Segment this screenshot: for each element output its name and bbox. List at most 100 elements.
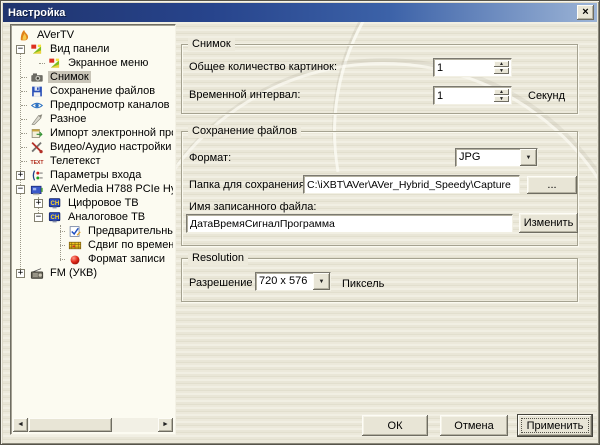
scroll-left-button[interactable]: ◄ [13,418,28,432]
format-dropdown-value: JPG [459,151,481,163]
cancel-button-label: Отмена [454,419,494,432]
tree-item-label: Цифровое ТВ [68,197,139,209]
browse-button-label: ... [547,179,557,191]
format-dropdown[interactable]: JPG ▼ [455,148,538,167]
tree-item-label: Сдвиг по времени [88,239,173,251]
tree-item-digital-tv[interactable]: + CH Цифровое ТВ [13,196,173,210]
spin-down-icon[interactable]: ▼ [494,68,509,74]
tree-item-label: Разное [50,113,87,125]
recorded-filename-field [186,214,513,233]
tree-item-label: Экранное меню [68,57,149,69]
collapse-icon[interactable]: − [34,212,43,222]
cancel-button[interactable]: Отмена [440,415,508,436]
format-label: Формат: [189,152,232,164]
tree-item-preliminary[interactable]: Предварительный [13,224,173,238]
expand-icon[interactable]: + [34,198,43,208]
tree-item-snapshot[interactable]: Снимок [13,70,173,84]
spin-up-icon[interactable]: ▲ [494,61,509,67]
spin-down-icon[interactable]: ▼ [494,96,509,102]
brush-icon [29,113,45,126]
scrollbar-thumb[interactable] [29,418,112,432]
tree-item-misc[interactable]: Разное [13,112,173,126]
svg-text:CH: CH [51,200,60,207]
expand-icon[interactable]: + [16,268,25,278]
scroll-left-icon: ◄ [17,421,24,428]
scrollbar-track[interactable] [28,418,158,432]
settings-tree: AVerTV − Вид панели Экранное меню Снимок Сохр… [10,24,176,435]
pixel-unit-label: Пиксель [342,278,385,290]
window-title: Настройка [8,6,66,19]
collapse-icon[interactable]: − [16,184,25,194]
tree-item-device[interactable]: − AVerMedia H788 PCIe Hybri [13,182,173,196]
tree-item-avertv[interactable]: AVerTV [13,28,173,42]
tree-item-screen-menu[interactable]: Экранное меню [13,56,173,70]
expand-icon[interactable]: + [16,170,25,180]
recorded-filename-input[interactable] [187,215,512,232]
ch-tv-icon: CH [47,197,63,210]
tree-item-label: Видео/Аудио настройки [50,141,172,153]
close-icon: × [582,6,589,18]
save-folder-field [303,175,520,194]
apply-button-label: Применить [526,419,584,432]
total-pictures-spinner: ▲ ▼ [494,61,509,74]
tree-item-teletext[interactable]: TEXT Телетекст [13,154,173,168]
input-params-icon [29,169,45,182]
tree-item-label: Вид панели [50,43,110,55]
tree-items: AVerTV − Вид панели Экранное меню Снимок Сохр… [13,28,173,280]
dropdown-button[interactable]: ▼ [520,149,537,166]
fm-radio-icon [29,267,45,280]
chevron-down-icon: ▼ [525,154,532,161]
seconds-unit-label: Секунд [528,90,565,102]
tree-item-label: Предпросмотр каналов [50,99,170,111]
tree-item-panel-view[interactable]: − Вид панели [13,42,173,56]
scroll-right-icon: ► [162,421,169,428]
total-pictures-label: Общее количество картинок: [189,61,338,73]
time-interval-field: ▲ ▼ [433,86,512,105]
record-format-icon [67,253,83,266]
tree-item-input-params[interactable]: + Параметры входа [13,168,173,182]
dropdown-button[interactable]: ▼ [313,273,330,290]
change-button-label: Изменить [523,217,574,229]
resolution-dropdown-value: 720 x 576 [259,275,308,287]
tree-item-epg-import[interactable]: Импорт электронной прог [13,126,173,140]
tree-horizontal-scrollbar[interactable]: ◄ ► [13,418,173,432]
tree-item-record-format[interactable]: Формат записи [13,252,173,266]
scroll-right-button[interactable]: ► [158,418,173,432]
settings-dialog: Настройка × AVerTV − Вид панели Экранное ме… [0,0,600,445]
eye-icon [29,99,45,112]
group-file-saving-title: Сохранение файлов [188,125,302,138]
tree-item-channel-preview[interactable]: Предпросмотр каналов [13,98,173,112]
tree-item-label: Снимок [48,71,91,83]
save-folder-input[interactable] [304,176,519,193]
resolution-dropdown[interactable]: 720 x 576 ▼ [255,272,331,291]
tree-item-label: Аналоговое ТВ [68,211,146,223]
ok-button[interactable]: ОК [362,415,428,436]
camera-icon [29,71,45,84]
time-interval-spinner: ▲ ▼ [494,89,509,102]
tree-item-file-saving[interactable]: Сохранение файлов [13,84,173,98]
close-button[interactable]: × [577,5,594,20]
ok-button-label: ОК [387,419,403,432]
browse-button[interactable]: ... [527,176,577,194]
apply-button[interactable]: Применить [518,415,592,436]
change-button[interactable]: Изменить [519,213,578,233]
chevron-down-icon: ▼ [318,278,325,285]
save-folder-label: Папка для сохранения: [189,179,308,191]
avertv-logo-icon [16,29,32,42]
spin-up-icon[interactable]: ▲ [494,89,509,95]
ch-tv-icon: CH [47,211,63,224]
tree-item-video-audio[interactable]: Видео/Аудио настройки [13,140,173,154]
tree-item-label: Предварительный [88,225,173,237]
tree-item-timeshift[interactable]: Сдвиг по времени [13,238,173,252]
title-bar[interactable]: Настройка × [3,3,597,22]
tree-item-label: AVerTV [37,29,75,41]
resolution-label: Разрешение [189,277,253,289]
collapse-icon[interactable]: − [16,44,25,54]
tree-item-analog-tv[interactable]: − CH Аналоговое ТВ [13,210,173,224]
tree-item-label: FM (УКВ) [50,267,97,279]
tree-item-label: Сохранение файлов [50,85,156,97]
tree-item-fm[interactable]: + FM (УКВ) [13,266,173,280]
tree-item-label: Формат записи [88,253,166,265]
timeshift-icon [67,239,83,252]
tree-item-label: Параметры входа [50,169,142,181]
